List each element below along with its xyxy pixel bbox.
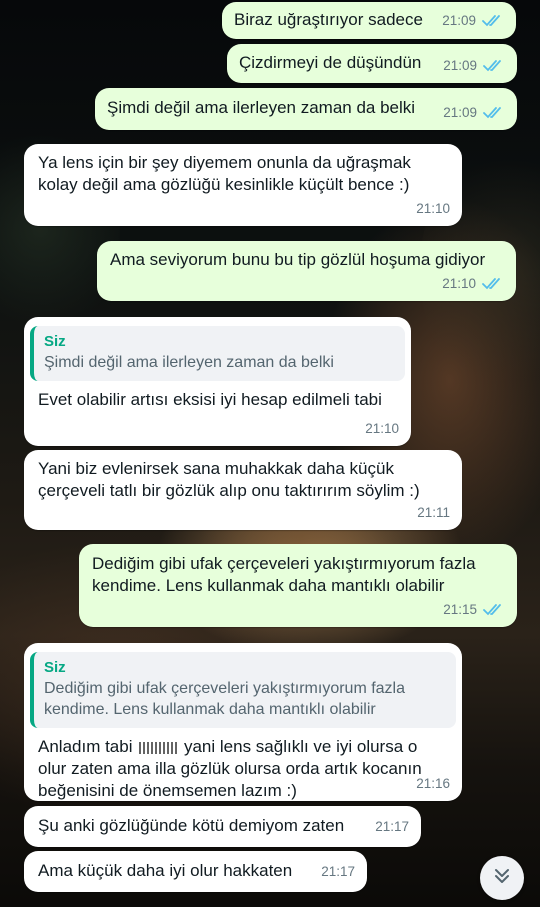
message-outgoing[interactable]: Şimdi değil ama ilerleyen zaman da belki… bbox=[95, 88, 517, 130]
message-time: 21:16 bbox=[416, 776, 450, 791]
message-text: Dediğim gibi ufak çerçeveleri yakıştırmı… bbox=[92, 554, 476, 595]
message-outgoing[interactable]: Çizdirmeyi de düşündün 21:09 bbox=[227, 44, 517, 83]
message-incoming[interactable]: Ama küçük daha iyi olur hakkaten 21:17 bbox=[24, 851, 367, 892]
message-outgoing[interactable]: Dediğim gibi ufak çerçeveleri yakıştırmı… bbox=[79, 544, 517, 627]
message-text: Yani biz evlenirsek sana muhakkak daha k… bbox=[38, 459, 420, 500]
message-incoming-reply[interactable]: Siz Dediğim gibi ufak çerçeveleri yakışt… bbox=[24, 643, 462, 801]
quote-author: Siz bbox=[44, 659, 66, 676]
message-outgoing[interactable]: Ama seviyorum bunu bu tip gözlül hoşuma … bbox=[97, 241, 516, 301]
message-time: 21:10 bbox=[416, 201, 450, 216]
message-meta: 21:09 bbox=[442, 10, 504, 32]
message-text-start: Anladım tabi bbox=[38, 737, 133, 756]
message-meta: 21:17 bbox=[375, 816, 409, 838]
double-chevron-down-icon bbox=[491, 865, 513, 892]
message-incoming[interactable]: Yani biz evlenirsek sana muhakkak daha k… bbox=[24, 450, 462, 530]
quote-text: Şimdi değil ama ilerleyen zaman da belki bbox=[44, 354, 334, 371]
message-meta: 21:16 bbox=[416, 773, 450, 795]
double-check-read-icon bbox=[483, 59, 505, 73]
message-meta: 21:09 bbox=[443, 102, 505, 124]
message-time: 21:10 bbox=[442, 276, 476, 291]
double-check-read-icon bbox=[483, 603, 505, 617]
message-meta: 21:10 bbox=[442, 273, 504, 295]
inline-emoji-image bbox=[139, 741, 178, 754]
message-time: 21:17 bbox=[321, 864, 355, 879]
message-text: Şu anki gözlüğünde kötü demiyom zaten bbox=[38, 816, 345, 835]
quote-author: Siz bbox=[44, 333, 66, 350]
message-time: 21:09 bbox=[442, 13, 476, 28]
message-time: 21:15 bbox=[443, 602, 477, 617]
double-check-read-icon bbox=[482, 14, 504, 28]
quoted-message[interactable]: Siz Dediğim gibi ufak çerçeveleri yakışt… bbox=[30, 652, 456, 728]
message-incoming[interactable]: Ya lens için bir şey diyemem onunla da u… bbox=[24, 144, 462, 226]
message-meta: 21:10 bbox=[365, 418, 399, 440]
message-time: 21:09 bbox=[443, 58, 477, 73]
message-incoming[interactable]: Şu anki gözlüğünde kötü demiyom zaten 21… bbox=[24, 806, 421, 847]
message-body: Anladım tabi yani lens sağlıklı ve iyi o… bbox=[30, 736, 456, 802]
message-time: 21:10 bbox=[365, 421, 399, 436]
message-text: Ama seviyorum bunu bu tip gözlül hoşuma … bbox=[110, 250, 486, 269]
message-meta: 21:09 bbox=[443, 55, 505, 77]
message-text: Ya lens için bir şey diyemem onunla da u… bbox=[38, 153, 411, 194]
message-text: Evet olabilir artısı eksisi iyi hesap ed… bbox=[38, 390, 382, 409]
message-meta: 21:10 bbox=[416, 198, 450, 220]
quote-text: Dediğim gibi ufak çerçeveleri yakıştırmı… bbox=[44, 680, 406, 718]
message-time: 21:09 bbox=[443, 105, 477, 120]
double-check-read-icon bbox=[483, 106, 505, 120]
message-meta: 21:17 bbox=[321, 861, 355, 883]
message-time: 21:17 bbox=[375, 819, 409, 834]
message-meta: 21:11 bbox=[417, 502, 450, 524]
message-text: Ama küçük daha iyi olur hakkaten bbox=[38, 861, 293, 880]
message-outgoing[interactable]: Biraz uğraştırıyor sadece 21:09 bbox=[222, 2, 516, 39]
message-incoming-reply[interactable]: Siz Şimdi değil ama ilerleyen zaman da b… bbox=[24, 317, 411, 446]
scroll-to-bottom-button[interactable] bbox=[480, 856, 524, 900]
quoted-message[interactable]: Siz Şimdi değil ama ilerleyen zaman da b… bbox=[30, 326, 405, 381]
message-meta: 21:15 bbox=[443, 599, 505, 621]
double-check-read-icon bbox=[482, 277, 504, 291]
message-time: 21:11 bbox=[417, 505, 450, 520]
